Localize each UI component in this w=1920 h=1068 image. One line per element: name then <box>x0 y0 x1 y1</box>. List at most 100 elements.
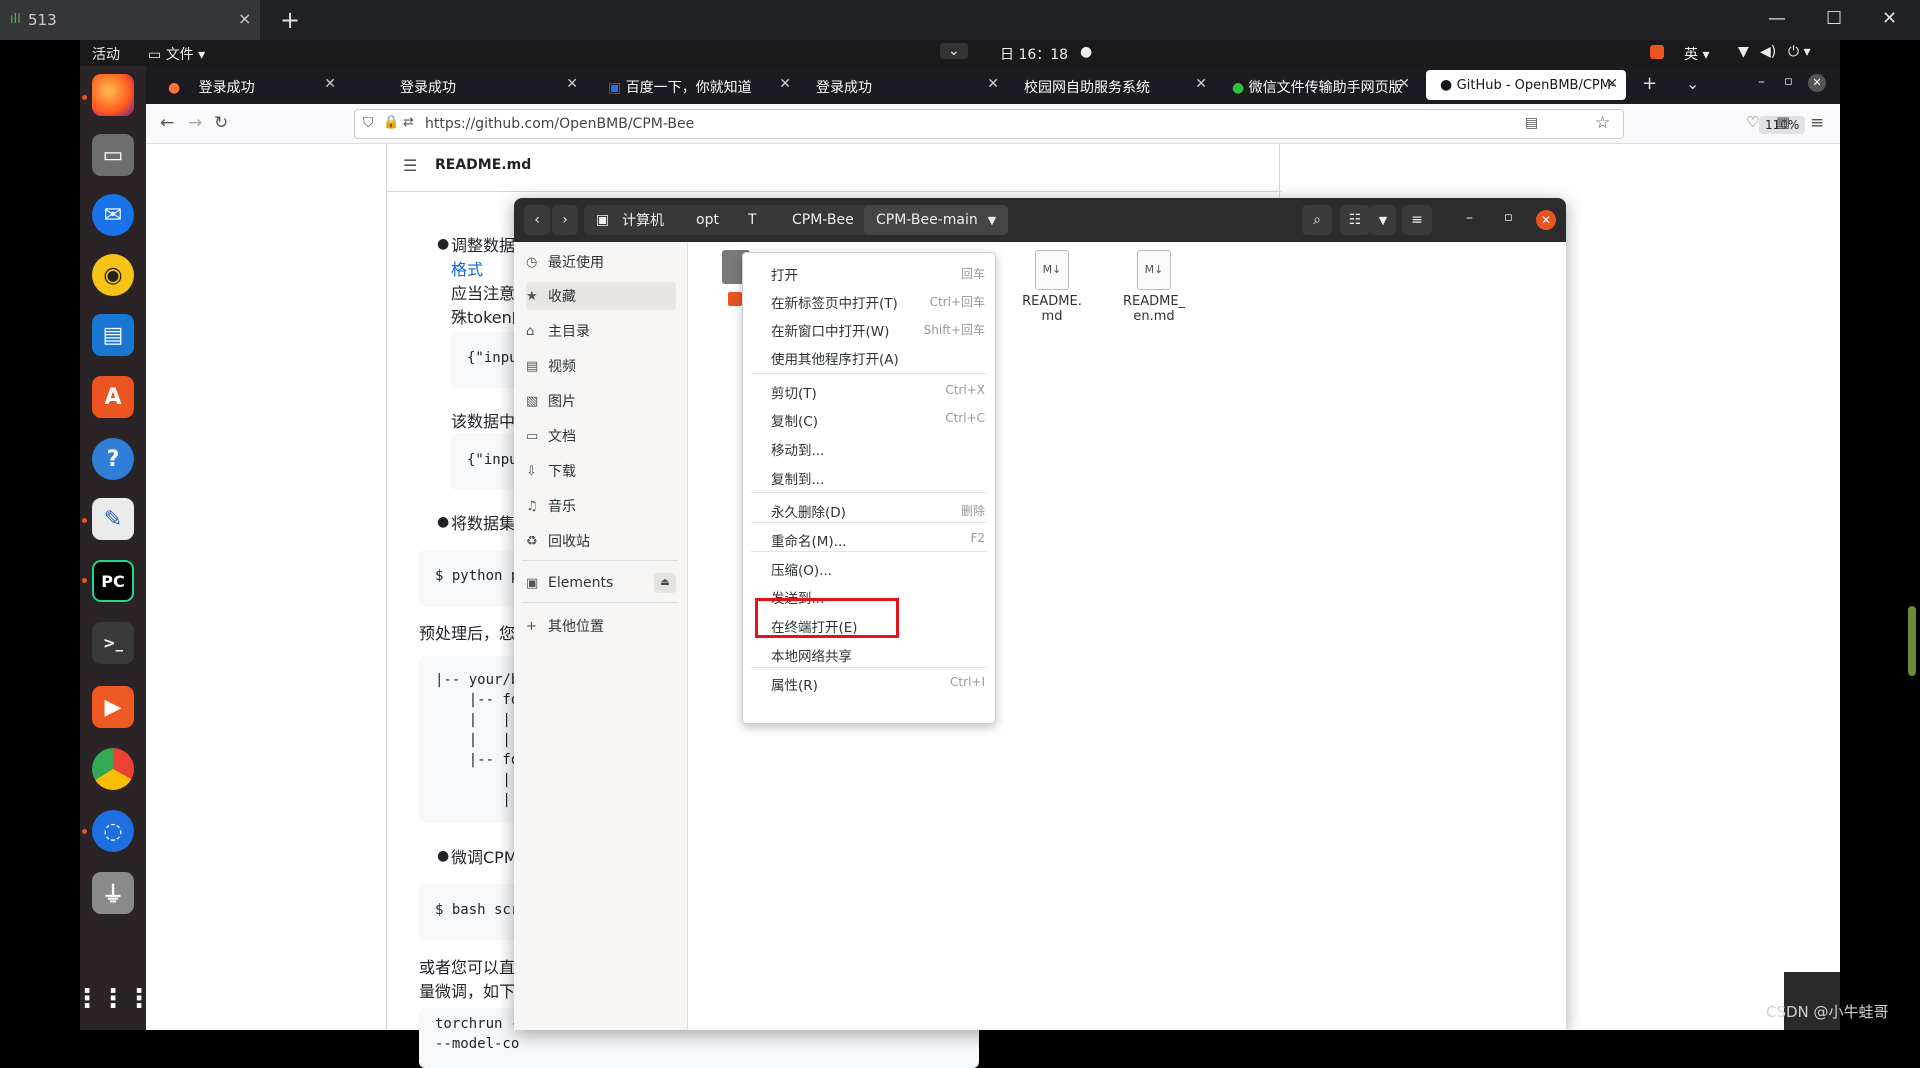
thunderbird-icon[interactable]: ✉ <box>92 194 134 236</box>
tab-close-icon[interactable]: ✕ <box>566 76 578 92</box>
extensions-icon[interactable]: ▦ <box>1776 113 1790 131</box>
firefox-icon[interactable] <box>92 74 134 116</box>
text-editor-icon[interactable]: ✎ <box>92 498 134 540</box>
sidebar-item-other-locations[interactable]: + 其他位置 <box>526 612 676 640</box>
reload-icon[interactable]: ↻ <box>214 113 228 133</box>
file-item-readme[interactable]: M↓ README. md <box>1012 250 1092 324</box>
host-tab-close-icon[interactable]: × <box>238 9 251 28</box>
eject-icon[interactable]: ⏏ <box>654 573 676 593</box>
menu-item-copy-to[interactable]: 复制到... <box>743 463 995 489</box>
close-icon[interactable]: ✕ <box>1536 210 1556 230</box>
menu-icon[interactable]: ≡ <box>1810 113 1824 133</box>
list-all-tabs-icon[interactable]: ⌄ <box>1686 74 1699 93</box>
breadcrumb-item[interactable]: CPM-Bee <box>780 205 866 235</box>
tab-close-icon[interactable]: ✕ <box>1606 76 1618 92</box>
breadcrumb-item[interactable]: 计算机 <box>610 205 676 235</box>
bookmark-star-icon[interactable]: ☆ <box>1595 113 1610 133</box>
menu-item-open-new-window[interactable]: 在新窗口中打开(W) Shift+回车 <box>743 315 995 341</box>
side-scroll-indicator[interactable] <box>1908 606 1916 676</box>
menu-item-copy[interactable]: 复制(C) Ctrl+C <box>743 405 995 431</box>
forward-chevron-icon[interactable]: › <box>552 205 578 235</box>
menu-item-cut[interactable]: 剪切(T) Ctrl+X <box>743 377 995 403</box>
software-center-icon[interactable]: A <box>92 376 134 418</box>
show-apps-icon[interactable]: ⋮⋮⋮ <box>74 978 152 1020</box>
menu-item-open[interactable]: 打开 回车 <box>743 259 995 285</box>
hamburger-menu-icon[interactable]: ≡ <box>1402 205 1432 235</box>
media-player-icon[interactable]: ▶ <box>92 686 134 728</box>
search-icon[interactable]: ⌕ <box>1302 205 1332 235</box>
sidebar-item-downloads[interactable]: ⇩ 下载 <box>526 457 676 485</box>
browser-tab[interactable]: ● 登录成功 ✕ <box>154 70 344 100</box>
browser-minimize-button[interactable]: – <box>1758 74 1765 90</box>
view-list-icon[interactable]: ☷ <box>1340 205 1370 235</box>
browser-restore-button[interactable]: ▫ <box>1784 74 1793 89</box>
menu-item-move-to[interactable]: 移动到... <box>743 434 995 460</box>
browser-tab[interactable]: 登录成功 ✕ <box>802 70 1007 100</box>
lock-icon[interactable]: 🔒 <box>383 115 399 130</box>
sidebar-item-recent[interactable]: ◷ 最近使用 <box>526 248 676 276</box>
maximize-icon[interactable]: ▫ <box>1504 210 1513 225</box>
host-new-tab-button[interactable]: + <box>280 6 300 34</box>
sidebar-item-home[interactable]: ⌂ 主目录 <box>526 317 676 345</box>
browser-tab[interactable]: ● 微信文件传输助手网页版 ✕ <box>1218 70 1418 100</box>
shield-icon[interactable]: ⛉ <box>363 115 374 131</box>
permissions-icon[interactable]: ⇄ <box>403 115 414 130</box>
readme-link[interactable]: 格式 <box>451 256 483 280</box>
terminal-icon[interactable]: >_ <box>92 622 134 664</box>
menu-item-delete-permanently[interactable]: 永久删除(D) 删除 <box>743 496 995 522</box>
browser-tab[interactable]: 校园网自助服务系统 ✕ <box>1010 70 1215 100</box>
breadcrumb-item[interactable]: opt <box>684 205 731 235</box>
volume-icon[interactable]: ◀) <box>1760 44 1776 60</box>
menu-item-open-with[interactable]: 使用其他程序打开(A) <box>743 343 995 369</box>
writer-icon[interactable]: ▤ <box>92 314 134 356</box>
new-tab-button[interactable]: + <box>1642 73 1657 94</box>
tab-close-icon[interactable]: ✕ <box>987 76 999 92</box>
help-icon[interactable]: ? <box>92 438 134 480</box>
files-icon[interactable]: ▭ <box>92 134 134 176</box>
app-icon[interactable]: ◌ <box>92 810 134 852</box>
usb-drive-icon[interactable]: ⏚ <box>92 872 134 914</box>
sidebar-item-starred[interactable]: ★ 收藏 <box>526 282 676 310</box>
url-bar[interactable]: ⛉ 🔒 ⇄ https://github.com/OpenBMB/CPM-Bee… <box>354 109 1806 139</box>
tab-close-icon[interactable]: ✕ <box>1398 76 1410 92</box>
back-chevron-icon[interactable]: ‹ <box>524 205 550 235</box>
menu-item-properties[interactable]: 属性(R) Ctrl+I <box>743 669 995 695</box>
minimize-button[interactable]: — <box>1768 8 1786 29</box>
menu-item-open-new-tab[interactable]: 在新标签页中打开(T) Ctrl+回车 <box>743 287 995 313</box>
rhythmbox-icon[interactable]: ◉ <box>92 254 134 296</box>
back-arrow-icon[interactable]: ← <box>160 113 174 133</box>
browser-tab-active[interactable]: ● GitHub - OpenBMB/CPM- ✕ <box>1426 70 1626 100</box>
sidebar-item-trash[interactable]: ♻ 回收站 <box>526 527 676 555</box>
sidebar-item-pictures[interactable]: ▧ 图片 <box>526 387 676 415</box>
wifi-icon[interactable]: ▼ <box>1738 44 1749 60</box>
tab-close-icon[interactable]: ✕ <box>324 76 336 92</box>
reader-view-icon[interactable]: ▤ <box>1525 115 1538 131</box>
breadcrumb-current[interactable]: CPM-Bee-main ▼ <box>864 205 1009 235</box>
browser-tab[interactable]: 登录成功 ✕ <box>386 70 586 100</box>
menu-item-rename[interactable]: 重命名(M)... F2 <box>743 525 995 551</box>
close-button[interactable]: ✕ <box>1882 8 1897 29</box>
host-tab[interactable]: ıll 513 × <box>0 0 260 40</box>
breadcrumb-item[interactable]: T <box>736 205 769 235</box>
tab-close-icon[interactable]: ✕ <box>1195 76 1207 92</box>
browser-close-button[interactable]: ✕ <box>1808 74 1826 92</box>
activities-button[interactable]: 活动 <box>92 44 120 64</box>
menu-item-local-network-share[interactable]: 本地网络共享 <box>743 640 995 666</box>
power-icon[interactable]: ⏻ ▾ <box>1788 44 1811 60</box>
clock[interactable]: 日 16：18 <box>1000 44 1068 64</box>
pocket-icon[interactable]: ♡ <box>1746 113 1759 131</box>
outline-icon[interactable]: ☰ <box>403 156 417 175</box>
files-app-menu[interactable]: ▭ 文件 ▾ <box>148 44 205 64</box>
app-indicator-icon[interactable] <box>1650 45 1664 59</box>
tab-close-icon[interactable]: ✕ <box>779 76 791 92</box>
sidebar-item-music[interactable]: ♫ 音乐 <box>526 492 676 520</box>
pycharm-icon[interactable]: PC <box>92 560 134 602</box>
minimize-icon[interactable]: – <box>1466 210 1473 226</box>
browser-tab[interactable]: ▣ 百度一下，你就知道 ✕ <box>594 70 799 100</box>
chrome-icon[interactable] <box>92 748 134 790</box>
panel-dropdown-chevron-icon[interactable]: ⌄ <box>940 43 968 59</box>
file-item-readme-en[interactable]: M↓ README_ en.md <box>1114 250 1194 324</box>
menu-item-compress[interactable]: 压缩(O)... <box>743 554 995 580</box>
sidebar-item-videos[interactable]: ▤ 视频 <box>526 352 676 380</box>
forward-arrow-icon[interactable]: → <box>188 113 202 133</box>
